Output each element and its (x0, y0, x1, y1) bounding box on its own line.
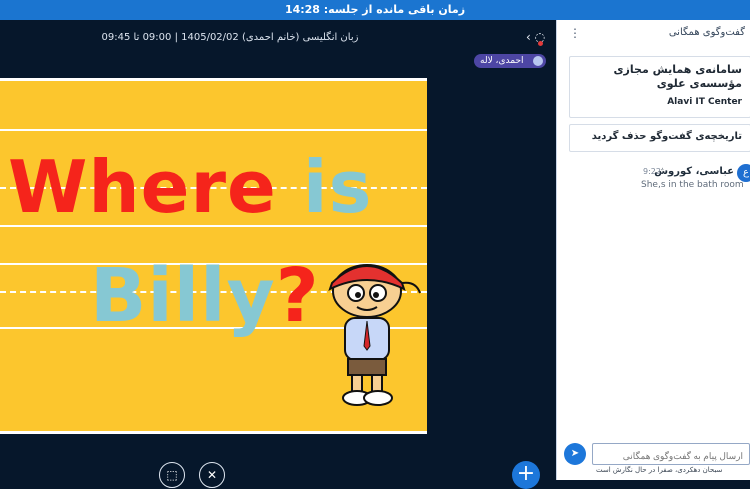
chat-panel: ⋮ گفت‌وگوی همگانی سامانه‌ی همایش مجازی م… (556, 20, 750, 480)
slide-where-text: Where (8, 145, 303, 229)
audio-toggle-button[interactable]: ✕ (199, 462, 225, 488)
welcome-title: سامانه‌ی همایش مجازی مؤسسه‌ی علوی (613, 63, 742, 90)
session-timer-text: زمان باقی مانده از جلسه: 14:28 (284, 3, 466, 16)
typing-indicator: سبحان دهکردی، صفرا در حال نگارش است (596, 466, 723, 474)
presenter-name: احمدی، لاله (480, 56, 524, 66)
presenter-badge: احمدی، لاله (474, 54, 546, 68)
message-time: 9:22 (643, 167, 661, 176)
chat-input-field[interactable] (592, 443, 750, 466)
chevron-left-icon: ‹ (526, 30, 531, 44)
video-toggle-button[interactable]: ⬚ (159, 462, 185, 488)
presentation-slide: Where is Billy? (0, 78, 427, 434)
slide-rule (0, 129, 427, 131)
chat-header: ⋮ گفت‌وگوی همگانی (557, 20, 750, 46)
plus-icon: + (516, 461, 536, 486)
message-text: She,s in the bath room (641, 180, 744, 190)
users-toggle-button[interactable]: ‹ ◌ (526, 30, 546, 48)
history-notice-card: تاریخچه‌ی گفت‌وگو حذف گردید (569, 124, 750, 152)
notification-dot (538, 41, 543, 46)
chat-input[interactable] (593, 446, 749, 466)
chat-title: گفت‌وگوی همگانی (668, 27, 745, 38)
send-button[interactable]: ➤ (564, 443, 586, 465)
slide-billy-text: Billy (90, 253, 276, 339)
message-author: عباسی، کوروش (654, 166, 734, 177)
history-notice-text: تاریخچه‌ی گفت‌وگو حذف گردید (591, 131, 742, 142)
welcome-brand: Alavi IT Center (667, 97, 742, 107)
main-presentation-area: زبان انگلیسی (خانم احمدی) 1405/02/02 | 0… (0, 20, 556, 489)
slide-title-line2: Billy? (90, 253, 320, 339)
meeting-title: زبان انگلیسی (خانم احمدی) 1405/02/02 | 0… (101, 32, 359, 43)
send-icon: ➤ (570, 448, 580, 459)
slide-title-line1: Where is (8, 145, 372, 229)
session-timer-bar: زمان باقی مانده از جلسه: 14:28 (0, 0, 750, 20)
actions-button[interactable]: + (512, 461, 540, 489)
mic-icon (533, 56, 543, 66)
cartoon-boy-illustration (328, 264, 421, 406)
more-options-icon[interactable]: ⋮ (569, 26, 581, 40)
slide-is-text: is (302, 145, 373, 229)
welcome-card: سامانه‌ی همایش مجازی مؤسسه‌ی علوی Alavi … (569, 56, 750, 118)
